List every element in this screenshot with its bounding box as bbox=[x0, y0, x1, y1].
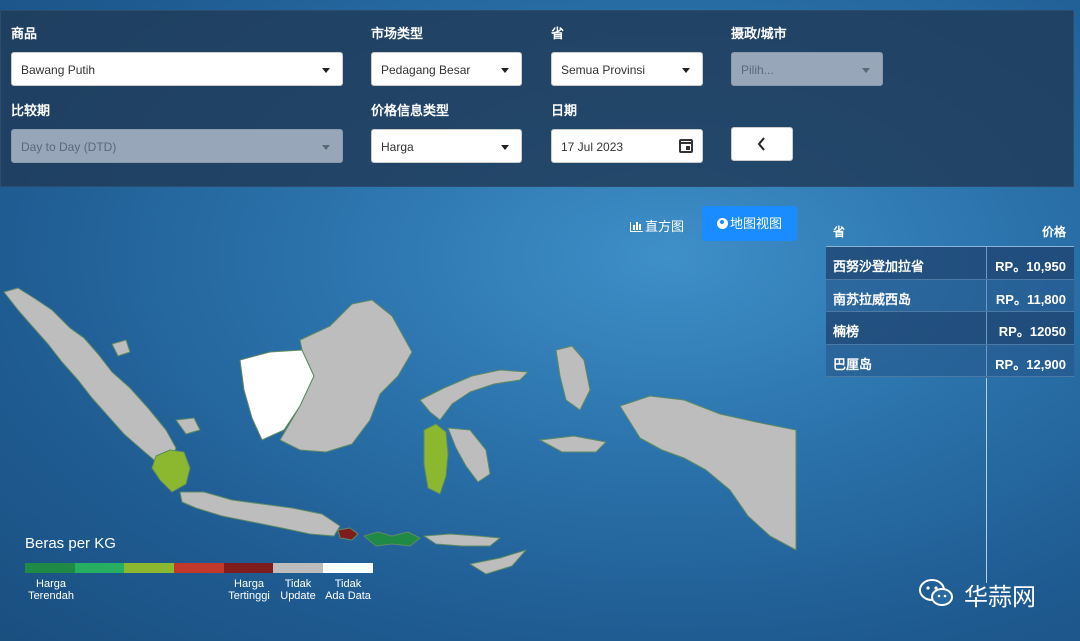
row-province: 西努沙登加拉省 bbox=[833, 259, 925, 274]
comparison-value: Day to Day (DTD) bbox=[21, 140, 117, 154]
map-region-sulsel[interactable] bbox=[423, 423, 449, 495]
comparison-filter: 比较期 Day to Day (DTD) bbox=[11, 100, 343, 163]
row-province: 楠榜 bbox=[833, 324, 860, 339]
table-row[interactable]: 楠榜 RP。12050 bbox=[826, 312, 1074, 345]
price-column-header: 价格 bbox=[1041, 225, 1066, 239]
map-region-lampung[interactable] bbox=[151, 449, 191, 493]
map-region-sulawesi-north[interactable] bbox=[419, 369, 529, 421]
legend-swatch-mid bbox=[124, 563, 175, 573]
row-price: RP。12050 bbox=[998, 324, 1066, 339]
table-divider-line bbox=[986, 378, 987, 583]
table-row[interactable]: 巴厘岛 RP。12,900 bbox=[826, 344, 1074, 377]
legend-label-lowest: Harga Terendah bbox=[28, 578, 74, 602]
row-price: RP。12,900 bbox=[995, 356, 1066, 372]
legend-swatch-lowest bbox=[25, 563, 75, 573]
globe-icon bbox=[716, 218, 728, 229]
legend-swatch-low bbox=[74, 563, 125, 573]
bar-chart-icon bbox=[630, 222, 643, 232]
province-value: Semua Provinsi bbox=[561, 63, 646, 77]
comparison-select[interactable]: Day to Day (DTD) bbox=[11, 129, 343, 163]
regency-placeholder: Pilih... bbox=[741, 63, 774, 77]
map-region-maluku[interactable] bbox=[555, 345, 591, 411]
price-table-header: 省 价格 bbox=[826, 212, 1074, 247]
legend-swatch-highest bbox=[223, 563, 274, 573]
row-price: RP。11,800 bbox=[995, 291, 1066, 307]
chevron-down-icon bbox=[501, 145, 509, 150]
map-region-sulawesi-se[interactable] bbox=[447, 427, 491, 483]
market-type-filter: 市场类型 Pedagang Besar bbox=[371, 23, 522, 86]
market-type-value: Pedagang Besar bbox=[381, 63, 471, 77]
commodity-value: Bawang Putih bbox=[21, 63, 96, 77]
province-filter: 省 Semua Provinsi bbox=[551, 23, 703, 86]
histogram-view-label: 直方图 bbox=[645, 219, 685, 234]
price-info-type-filter: 价格信息类型 Harga bbox=[371, 100, 522, 163]
legend-swatch-no-data bbox=[323, 563, 373, 573]
chevron-down-icon bbox=[501, 68, 509, 73]
map-region-seram[interactable] bbox=[539, 435, 607, 453]
regency-select[interactable]: Pilih... bbox=[731, 52, 883, 86]
province-select[interactable]: Semua Provinsi bbox=[551, 52, 703, 86]
histogram-view-button[interactable]: 直方图 bbox=[630, 216, 684, 235]
chevron-down-icon bbox=[322, 145, 330, 150]
regency-label: 摄政/城市 bbox=[731, 26, 787, 41]
map-region-riau-islands[interactable] bbox=[111, 339, 131, 357]
table-row[interactable]: 西努沙登加拉省 RP。10,950 bbox=[826, 247, 1074, 280]
row-province: 南苏拉威西岛 bbox=[833, 291, 912, 307]
price-table: 省 价格 西努沙登加拉省 RP。10,950 南苏拉威西岛 RP。11,800 … bbox=[826, 212, 1074, 377]
regency-filter: 摄政/城市 Pilih... bbox=[731, 23, 883, 86]
map-region-sumatra[interactable] bbox=[3, 287, 177, 463]
map-region-java[interactable] bbox=[179, 491, 341, 537]
price-info-type-value: Harga bbox=[381, 140, 414, 154]
wechat-icon bbox=[919, 579, 953, 606]
date-value: 17 Jul 2023 bbox=[561, 140, 624, 154]
commodity-select[interactable]: Bawang Putih bbox=[11, 52, 343, 86]
legend-swatch-high bbox=[174, 563, 224, 573]
map-view-button[interactable]: 地图视图 bbox=[702, 206, 797, 241]
legend-color-bar bbox=[25, 563, 373, 573]
legend-label-no-update: Tidak Update bbox=[280, 578, 316, 602]
map-region-timor[interactable] bbox=[469, 549, 527, 575]
map-region-ntt[interactable] bbox=[423, 533, 501, 547]
legend-label-highest: Harga Tertinggi bbox=[228, 578, 270, 602]
province-column-header: 省 bbox=[833, 225, 846, 239]
chevron-left-icon bbox=[757, 137, 765, 151]
watermark-text: 华蒜网 bbox=[964, 583, 1036, 611]
table-row[interactable]: 南苏拉威西岛 RP。11,800 bbox=[826, 279, 1074, 312]
calendar-icon[interactable] bbox=[679, 139, 693, 153]
market-type-label: 市场类型 bbox=[371, 26, 424, 41]
market-type-select[interactable]: Pedagang Besar bbox=[371, 52, 522, 86]
legend-label-no-data: Tidak Ada Data bbox=[325, 578, 371, 602]
legend-swatch-no-update bbox=[273, 563, 324, 573]
chevron-down-icon bbox=[682, 68, 690, 73]
back-button[interactable] bbox=[731, 127, 793, 161]
commodity-filter: 商品 Bawang Putih bbox=[11, 23, 343, 86]
price-info-type-label: 价格信息类型 bbox=[371, 103, 450, 118]
chevron-down-icon bbox=[862, 68, 870, 73]
legend-title: Beras per KG bbox=[25, 535, 116, 552]
chevron-down-icon bbox=[322, 68, 330, 73]
filter-panel: 商品 Bawang Putih 市场类型 Pedagang Besar 省 Se… bbox=[0, 10, 1074, 187]
map-view-label: 地图视图 bbox=[729, 216, 782, 231]
price-info-type-select[interactable]: Harga bbox=[371, 129, 522, 163]
comparison-label: 比较期 bbox=[11, 103, 51, 118]
province-label: 省 bbox=[551, 26, 565, 41]
map-legend: Beras per KG Harga Terendah Harga Tertingg… bbox=[25, 535, 373, 613]
row-province: 巴厘岛 bbox=[833, 356, 873, 372]
map-region-papua[interactable] bbox=[619, 395, 797, 551]
date-filter: 日期 17 Jul 2023 bbox=[551, 100, 703, 163]
row-price: RP。10,950 bbox=[995, 259, 1066, 274]
legend-labels: Harga Terendah Harga Tertinggi Tidak Update… bbox=[25, 573, 373, 613]
commodity-label: 商品 bbox=[11, 26, 38, 41]
date-input[interactable]: 17 Jul 2023 bbox=[551, 129, 703, 163]
map-region-bangka[interactable] bbox=[175, 417, 201, 435]
date-label: 日期 bbox=[551, 103, 578, 118]
